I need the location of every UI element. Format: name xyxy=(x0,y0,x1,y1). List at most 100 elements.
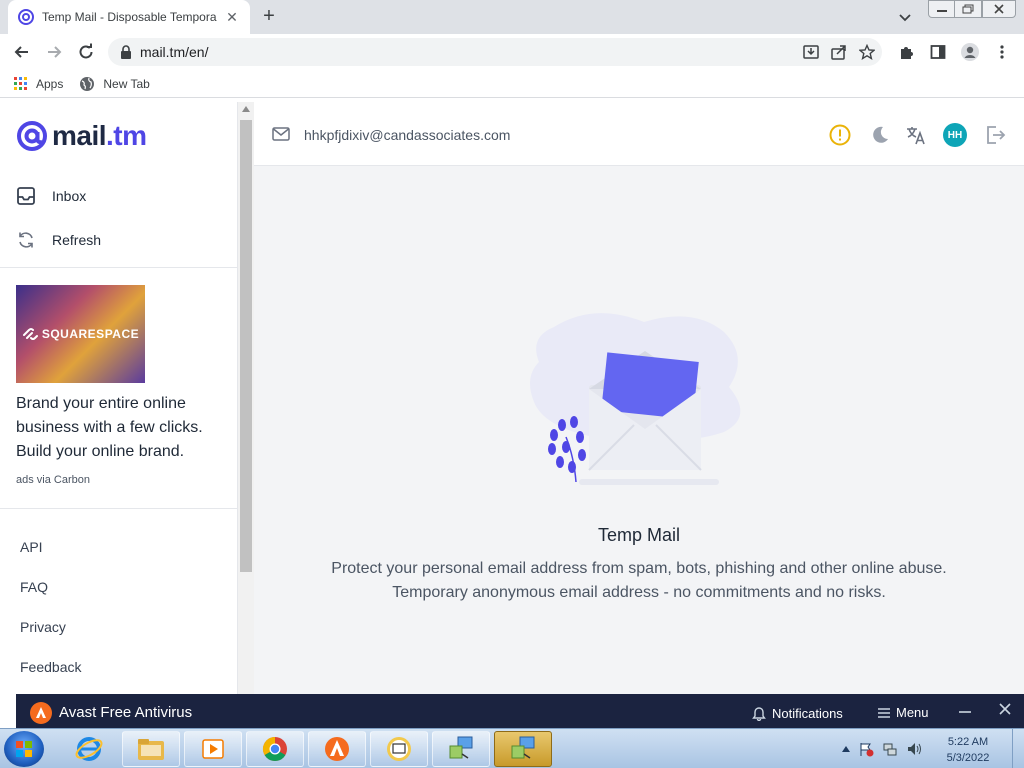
avast-minimize-icon[interactable] xyxy=(958,700,972,719)
install-app-icon[interactable] xyxy=(802,43,820,61)
user-avatar[interactable]: HH xyxy=(943,123,967,147)
ad-text[interactable]: Brand your entire online business with a… xyxy=(16,392,228,464)
forward-button[interactable] xyxy=(42,40,66,64)
sidebar-item-label: Inbox xyxy=(52,188,87,204)
sidebar-scrollbar[interactable] xyxy=(238,102,254,694)
media-player-icon xyxy=(202,739,224,759)
translate-language-icon[interactable] xyxy=(904,123,928,147)
sidebar-item-refresh[interactable]: Refresh xyxy=(16,230,101,250)
avast-menu-button[interactable]: Menu xyxy=(878,705,929,720)
chrome-icon xyxy=(262,737,287,762)
lock-icon xyxy=(121,45,131,59)
ad-via-link[interactable]: ads via Carbon xyxy=(16,474,90,486)
scroll-up-arrow-icon[interactable] xyxy=(242,106,250,112)
footer-link-privacy[interactable]: Privacy xyxy=(20,619,66,635)
extensions-puzzle-icon[interactable] xyxy=(896,42,916,62)
start-button[interactable] xyxy=(4,731,44,767)
email-address[interactable]: hhkpfjdixiv@candassociates.com xyxy=(304,127,510,143)
inbox-icon xyxy=(17,187,35,205)
side-panel-icon[interactable] xyxy=(928,42,948,62)
footer-link-api[interactable]: API xyxy=(20,539,43,555)
squarespace-logo-icon xyxy=(22,328,38,340)
back-arrow-icon xyxy=(14,46,28,58)
footer-link-faq[interactable]: FAQ xyxy=(20,579,48,595)
address-bar[interactable]: mail.tm/en/ xyxy=(108,38,882,66)
scrollbar-thumb[interactable] xyxy=(240,120,252,572)
empty-inbox-illustration xyxy=(530,313,741,485)
avast-app-icon xyxy=(325,737,349,761)
avast-close-icon[interactable] xyxy=(998,702,1012,721)
bookmarks-bar: Apps New Tab xyxy=(0,70,1024,98)
browser-tab[interactable]: Temp Mail - Disposable Tempora ✕ xyxy=(8,0,250,34)
logout-icon[interactable] xyxy=(983,123,1007,147)
tab-title: Temp Mail - Disposable Tempora xyxy=(42,10,217,24)
reload-button[interactable] xyxy=(74,40,98,64)
url-text: mail.tm/en/ xyxy=(140,44,209,60)
taskbar-app-clock[interactable] xyxy=(370,731,428,767)
window-close-button[interactable] xyxy=(982,0,1016,18)
bookmark-star-icon[interactable] xyxy=(858,43,876,61)
system-app-icon xyxy=(387,737,411,761)
share-icon[interactable] xyxy=(830,43,848,61)
hamburger-menu-icon xyxy=(878,707,890,718)
bookmark-new-tab[interactable]: New Tab xyxy=(79,76,150,92)
network-computer-icon xyxy=(511,736,535,759)
ad-image[interactable]: SQUARESPACE xyxy=(16,285,145,383)
folder-icon xyxy=(138,739,164,760)
clock-date: 5/3/2022 xyxy=(946,752,990,764)
profile-avatar-icon[interactable] xyxy=(960,42,980,62)
bookmark-new-tab-label: New Tab xyxy=(103,76,150,91)
network-computer-icon xyxy=(449,736,473,759)
taskbar-internet-explorer[interactable] xyxy=(60,731,118,767)
empty-state-line-1: Protect your personal email address from… xyxy=(331,560,947,577)
dark-mode-moon-icon[interactable] xyxy=(868,123,892,147)
windows-logo-icon xyxy=(16,741,32,757)
volume-icon[interactable] xyxy=(906,741,922,757)
apps-grid-icon xyxy=(14,76,27,90)
show-desktop-button[interactable] xyxy=(1012,729,1024,768)
taskbar-clock[interactable]: 5:22 AM 5/3/2022 xyxy=(938,734,998,766)
sidebar-divider xyxy=(0,508,238,509)
windows-taskbar: 5:22 AM 5/3/2022 xyxy=(0,728,1024,768)
main-content: hhkpfjdixiv@candassociates.com HH Temp M… xyxy=(254,102,1024,694)
window-minimize-button[interactable] xyxy=(928,0,956,18)
taskbar-avast[interactable] xyxy=(308,731,366,767)
tab-close-icon[interactable]: ✕ xyxy=(224,9,240,25)
action-center-flag-icon[interactable] xyxy=(858,741,874,757)
mail-tm-favicon-icon xyxy=(18,9,34,25)
warning-icon[interactable] xyxy=(828,123,852,147)
bookmark-apps[interactable]: Apps xyxy=(14,76,64,91)
browser-toolbar: mail.tm/en/ xyxy=(0,34,1024,70)
taskbar-file-explorer[interactable] xyxy=(122,731,180,767)
footer-link-feedback[interactable]: Feedback xyxy=(20,659,81,675)
sidebar-item-inbox[interactable]: Inbox xyxy=(16,186,86,206)
taskbar-chrome[interactable] xyxy=(246,731,304,767)
empty-state-line-2: Temporary anonymous email address - no c… xyxy=(392,584,886,601)
reload-icon xyxy=(79,43,93,59)
avast-notifications-button[interactable]: Notifications xyxy=(752,705,843,721)
bookmark-apps-label: Apps xyxy=(36,76,64,91)
bell-icon xyxy=(752,707,766,721)
sidebar-divider xyxy=(0,267,238,268)
avast-menu-label: Menu xyxy=(896,705,929,720)
tab-search-chevron-icon[interactable] xyxy=(896,8,914,26)
mail-tm-logo[interactable]: mail.tm xyxy=(16,120,147,152)
forward-arrow-icon xyxy=(48,46,62,58)
taskbar-media-player[interactable] xyxy=(184,731,242,767)
window-restore-button[interactable] xyxy=(954,0,982,18)
avast-logo-icon xyxy=(30,702,52,724)
taskbar-network-app-active[interactable] xyxy=(494,731,552,767)
web-page: mail.tm Inbox Refresh SQUARESPACE Brand … xyxy=(0,102,1024,694)
network-tray-icon[interactable] xyxy=(882,741,898,757)
empty-state-description: Protect your personal email address from… xyxy=(254,557,1024,605)
browser-menu-kebab-icon[interactable] xyxy=(992,42,1012,62)
refresh-icon xyxy=(19,232,33,248)
top-bar: hhkpfjdixiv@candassociates.com HH xyxy=(254,102,1024,166)
new-tab-button[interactable]: + xyxy=(258,6,280,28)
back-button[interactable] xyxy=(10,40,34,64)
logo-name: mail xyxy=(52,120,107,151)
tray-expand-arrow-icon[interactable] xyxy=(842,746,850,752)
system-tray xyxy=(842,741,922,757)
taskbar-network-app[interactable] xyxy=(432,731,490,767)
at-sign-logo-icon xyxy=(17,121,47,151)
